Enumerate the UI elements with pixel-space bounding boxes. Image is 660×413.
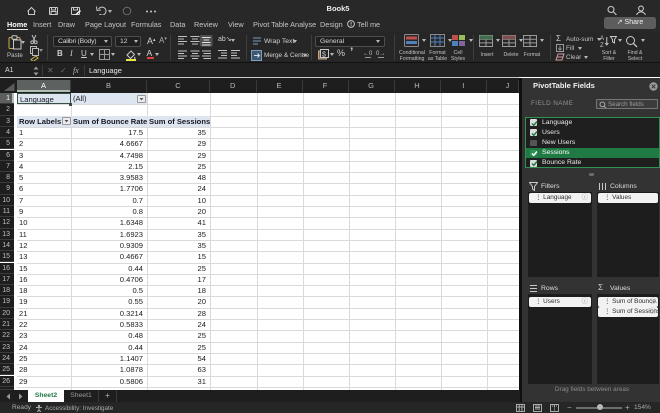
svg-text:0→: 0→ (376, 51, 385, 57)
svg-text:←0: ←0 (363, 51, 373, 57)
svg-text:Z: Z (600, 43, 604, 49)
svg-text:$: $ (322, 52, 326, 59)
svg-text:A: A (600, 36, 604, 42)
